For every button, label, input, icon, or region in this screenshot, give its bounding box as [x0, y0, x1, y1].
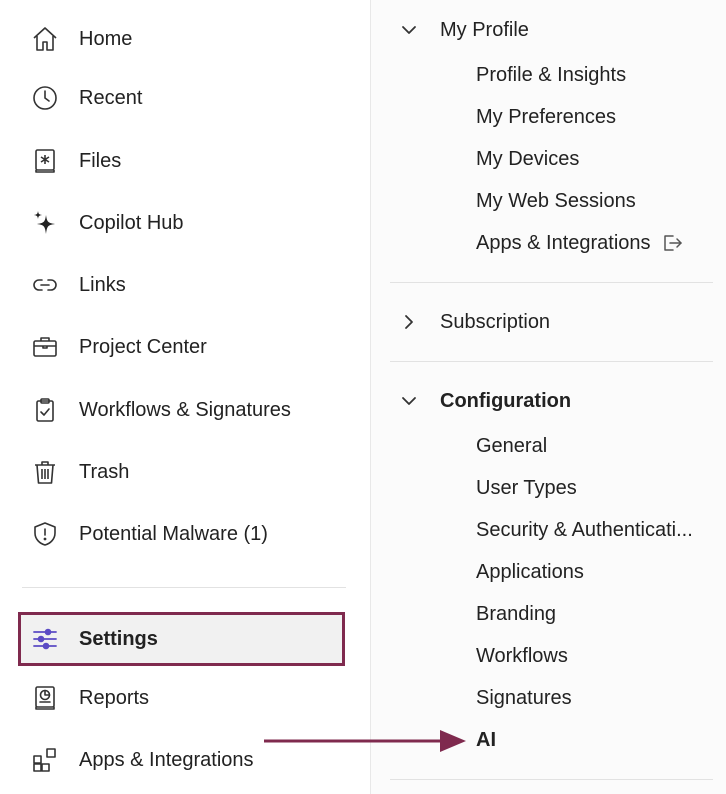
menu-item-user-types[interactable]: User Types: [476, 470, 716, 506]
sidebar-item-project-center[interactable]: Project Center: [22, 322, 344, 372]
sparkle-icon: [30, 208, 60, 238]
sidebar-item-home[interactable]: Home: [22, 14, 344, 64]
section-my-profile[interactable]: My Profile: [395, 10, 715, 50]
section-subscription[interactable]: Subscription: [395, 302, 715, 342]
menu-item-workflows[interactable]: Workflows: [476, 638, 716, 674]
sidebar-item-workflows-signatures[interactable]: Workflows & Signatures: [22, 385, 344, 435]
clipboard-check-icon: [30, 395, 60, 425]
sidebar-item-label: Potential Malware (1): [79, 522, 268, 545]
chevron-right-icon: [395, 308, 423, 336]
menu-item-my-devices[interactable]: My Devices: [476, 141, 716, 177]
menu-item-my-web-sessions[interactable]: My Web Sessions: [476, 183, 716, 219]
section-label: Subscription: [440, 310, 551, 333]
sidebar-item-label: Recent: [79, 86, 143, 109]
sliders-icon: [30, 624, 60, 654]
apps-icon: [30, 745, 60, 775]
trash-icon: [30, 457, 60, 487]
sidebar-item-label: Copilot Hub: [79, 211, 184, 234]
section-configuration[interactable]: Configuration: [395, 381, 715, 421]
sidebar-item-label: Apps & Integrations: [79, 748, 254, 771]
menu-item-security-authentication[interactable]: Security & Authenticati...: [476, 512, 716, 548]
sidebar-item-copilot-hub[interactable]: Copilot Hub: [22, 198, 344, 248]
shield-alert-icon: [30, 519, 60, 549]
menu-item-profile-insights[interactable]: Profile & Insights: [476, 57, 716, 93]
section-label: Configuration: [440, 389, 572, 412]
arrow-annotation-icon: [264, 730, 466, 752]
clock-icon: [30, 83, 60, 113]
menu-item-general[interactable]: General: [476, 428, 716, 464]
menu-divider: [390, 282, 713, 283]
sidebar-item-label: Home: [79, 27, 133, 50]
sidebar-item-recent[interactable]: Recent: [22, 73, 344, 123]
menu-divider: [390, 779, 713, 780]
sidebar-item-links[interactable]: Links: [22, 260, 344, 310]
sidebar-item-files[interactable]: Files: [22, 136, 344, 186]
sidebar-item-label: Files: [79, 149, 122, 172]
sidebar-item-trash[interactable]: Trash: [22, 447, 344, 497]
sidebar-item-label: Project Center: [79, 335, 207, 358]
menu-item-branding[interactable]: Branding: [476, 596, 716, 632]
chevron-down-icon: [395, 387, 423, 415]
menu-item-ai[interactable]: AI: [476, 722, 716, 758]
menu-item-applications[interactable]: Applications: [476, 554, 716, 590]
sidebar-item-reports[interactable]: Reports: [22, 673, 344, 723]
sidebar-item-label: Reports: [79, 686, 150, 709]
link-icon: [30, 270, 60, 300]
sidebar-item-label: Workflows & Signatures: [79, 398, 291, 421]
sidebar-item-label: Trash: [79, 460, 130, 483]
report-icon: [30, 683, 60, 713]
sidebar-divider: [22, 587, 346, 588]
menu-item-apps-integrations[interactable]: Apps & Integrations: [476, 225, 716, 261]
chevron-down-icon: [395, 16, 423, 44]
sidebar-item-label: Settings: [79, 627, 158, 650]
sidebar-item-label: Links: [79, 273, 126, 296]
section-label: My Profile: [440, 18, 529, 41]
sidebar-item-settings[interactable]: Settings: [18, 612, 345, 666]
briefcase-icon: [30, 332, 60, 362]
sidebar-item-potential-malware[interactable]: Potential Malware (1): [22, 509, 344, 559]
menu-item-signatures[interactable]: Signatures: [476, 680, 716, 716]
external-link-icon: [663, 235, 682, 251]
home-icon: [30, 24, 60, 54]
menu-divider: [390, 361, 713, 362]
menu-item-my-preferences[interactable]: My Preferences: [476, 99, 716, 135]
files-icon: [30, 146, 60, 176]
